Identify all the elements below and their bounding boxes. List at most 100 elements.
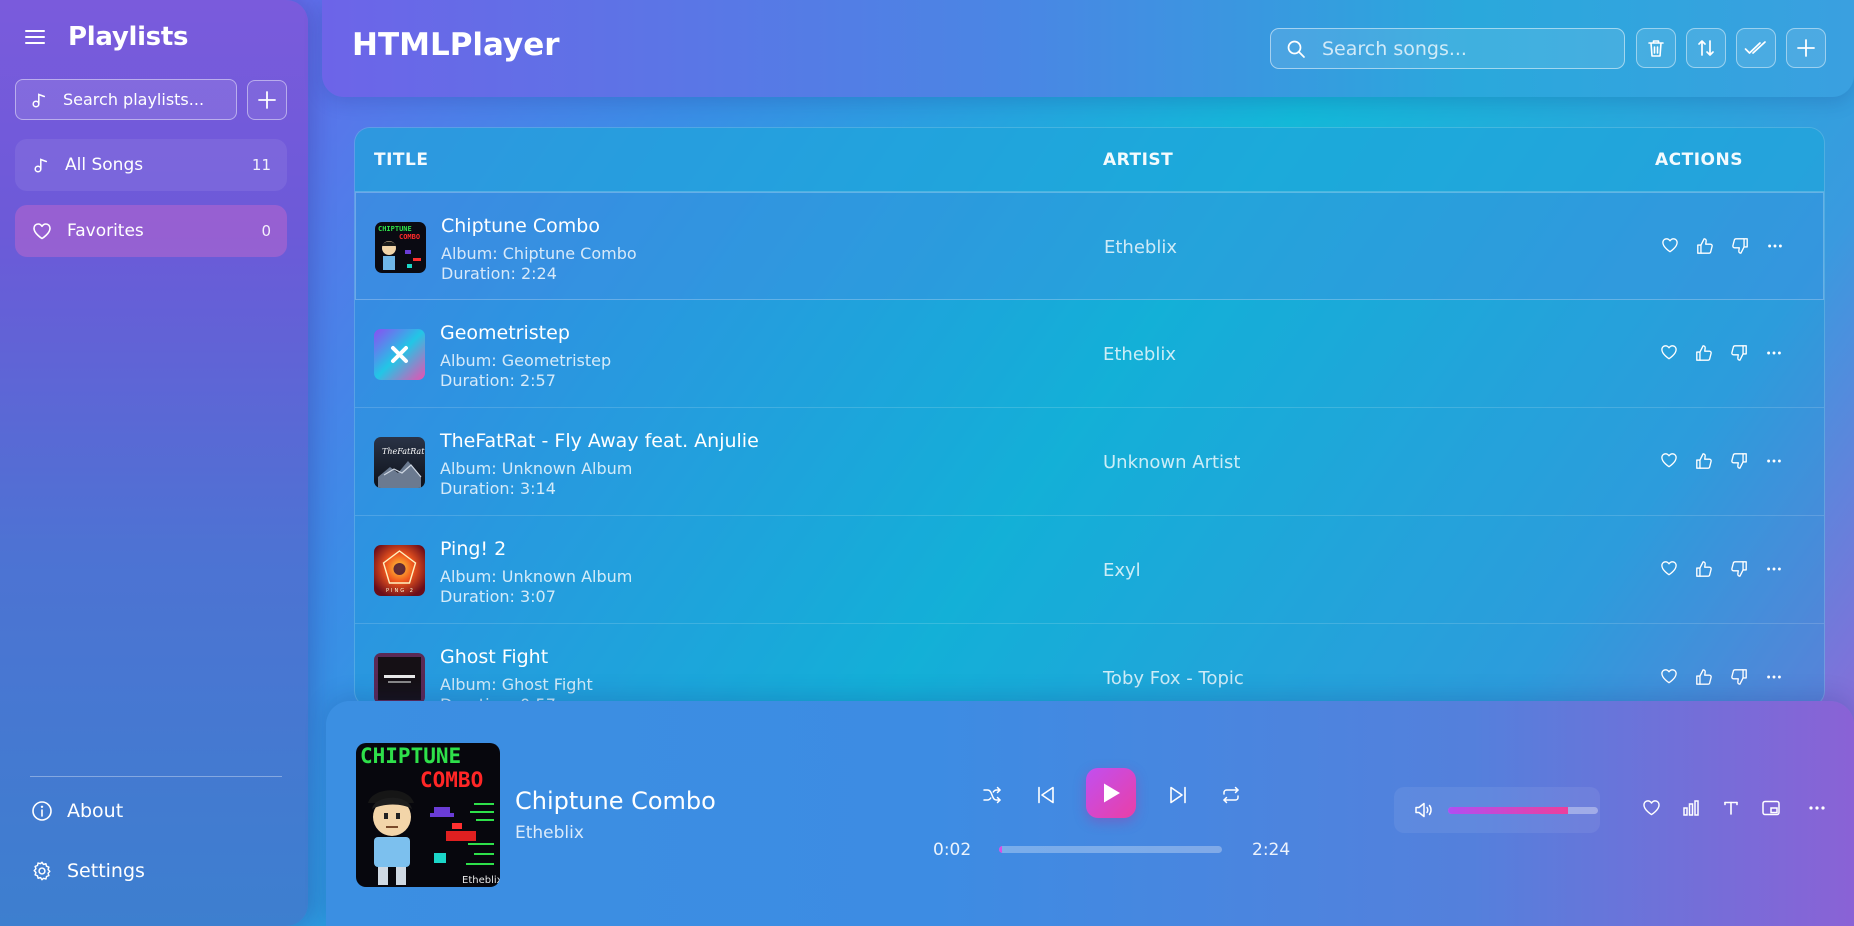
playlist-search-input[interactable]: Search playlists... <box>15 79 237 120</box>
music-note-icon <box>32 156 50 174</box>
now-playing-title: Chiptune Combo <box>515 787 716 815</box>
hamburger-menu-icon[interactable] <box>24 28 46 46</box>
heart-icon <box>32 222 52 240</box>
column-header-actions: ACTIONS <box>1655 150 1743 170</box>
sidebar-divider <box>30 776 282 777</box>
thumbs-down-icon[interactable] <box>1721 452 1756 470</box>
mini-player-icon[interactable] <box>1751 799 1791 817</box>
about-link[interactable]: About <box>31 800 123 822</box>
playlist-search-placeholder: Search playlists... <box>63 90 205 109</box>
heart-icon[interactable] <box>1652 237 1687 255</box>
play-button[interactable] <box>1086 768 1136 818</box>
svg-text:Etheblix: Etheblix <box>462 875 500 886</box>
table-row[interactable]: CHIPTUNE COMBO Chiptune Combo Album: Chip… <box>355 192 1824 300</box>
total-time: 2:24 <box>1252 840 1291 860</box>
song-title: Ping! 2 <box>440 538 507 560</box>
row-actions <box>1652 237 1792 255</box>
app-title: HTMLPlayer <box>352 27 560 63</box>
delete-button[interactable] <box>1636 28 1676 68</box>
song-artist: Exyl <box>1103 560 1141 581</box>
songs-table: TITLE ARTIST ACTIONS CHIPTUNE COMBO Chipt… <box>354 127 1825 707</box>
sidebar-item-favorites[interactable]: Favorites 0 <box>15 205 287 257</box>
thumbs-up-icon[interactable] <box>1686 668 1721 686</box>
about-label: About <box>67 800 124 822</box>
song-album: Album: Unknown Album <box>440 567 633 586</box>
visualizer-icon[interactable] <box>1671 799 1711 817</box>
more-icon[interactable] <box>1756 344 1791 362</box>
song-duration: Duration: 2:57 <box>440 371 556 390</box>
sidebar-item-label: Favorites <box>67 221 144 241</box>
thumbs-up-icon[interactable] <box>1687 237 1722 255</box>
thumbs-down-icon[interactable] <box>1721 560 1756 578</box>
trash-icon <box>1648 40 1664 57</box>
plus-icon <box>258 91 276 109</box>
add-playlist-button[interactable] <box>247 80 287 120</box>
next-icon[interactable] <box>1168 785 1188 805</box>
table-row[interactable]: Geometristep Album: Geometristep Duratio… <box>355 300 1824 408</box>
song-duration: Duration: 3:14 <box>440 479 556 498</box>
shuffle-icon[interactable] <box>982 785 1002 805</box>
more-icon[interactable] <box>1791 799 1843 817</box>
heart-icon[interactable] <box>1651 344 1686 362</box>
volume-icon[interactable] <box>1414 801 1434 819</box>
row-actions <box>1651 668 1791 686</box>
thumbs-up-icon[interactable] <box>1686 560 1721 578</box>
song-search-input[interactable] <box>1322 37 1602 60</box>
more-icon[interactable] <box>1756 452 1791 470</box>
search-icon <box>1286 39 1306 59</box>
more-icon[interactable] <box>1757 237 1792 255</box>
info-icon <box>31 800 53 822</box>
more-icon[interactable] <box>1756 560 1791 578</box>
heart-icon[interactable] <box>1651 452 1686 470</box>
sort-button[interactable] <box>1686 28 1726 68</box>
heart-icon[interactable] <box>1651 560 1686 578</box>
volume-fill <box>1448 806 1568 814</box>
player-tools <box>1631 799 1843 817</box>
volume-slider[interactable] <box>1448 806 1598 814</box>
select-all-button[interactable] <box>1736 28 1776 68</box>
song-duration: Duration: 2:24 <box>441 264 557 283</box>
table-header: TITLE ARTIST ACTIONS <box>355 128 1824 192</box>
sidebar-item-label: All Songs <box>65 155 144 175</box>
more-icon[interactable] <box>1756 668 1791 686</box>
song-title: TheFatRat - Fly Away feat. Anjulie <box>440 430 759 452</box>
previous-icon[interactable] <box>1036 785 1056 805</box>
album-art-ping: PING 2 <box>374 545 425 596</box>
song-title: Chiptune Combo <box>441 215 600 237</box>
sidebar-header: Playlists <box>24 22 188 52</box>
thumbs-down-icon[interactable] <box>1721 668 1756 686</box>
thumbs-up-icon[interactable] <box>1686 344 1721 362</box>
select-all-icon <box>1744 41 1766 54</box>
heart-icon[interactable] <box>1631 799 1671 817</box>
plus-icon <box>1797 39 1815 57</box>
column-header-artist[interactable]: ARTIST <box>1103 150 1173 170</box>
lyrics-icon[interactable] <box>1711 799 1751 817</box>
sort-icon <box>1698 40 1714 56</box>
row-actions <box>1651 344 1791 362</box>
repeat-icon[interactable] <box>1221 785 1241 805</box>
thumbs-up-icon[interactable] <box>1686 452 1721 470</box>
progress-bar[interactable] <box>999 846 1222 853</box>
current-time: 0:02 <box>933 840 972 860</box>
song-artist: Etheblix <box>1104 237 1177 258</box>
music-note-icon <box>30 91 48 109</box>
thumbs-down-icon[interactable] <box>1722 237 1757 255</box>
table-row[interactable]: TheFatRat TheFatRat - Fly Away feat. Anj… <box>355 408 1824 516</box>
settings-link[interactable]: Settings <box>31 860 145 882</box>
column-header-title[interactable]: TITLE <box>374 150 428 170</box>
table-row[interactable]: PING 2 Ping! 2 Album: Unknown Album Dura… <box>355 516 1824 624</box>
svg-text:TheFatRat: TheFatRat <box>382 447 425 456</box>
progress-fill <box>999 846 1003 853</box>
song-album: Album: Chiptune Combo <box>441 244 637 263</box>
heart-icon[interactable] <box>1651 668 1686 686</box>
sidebar-item-all-songs[interactable]: All Songs 11 <box>15 139 287 191</box>
song-title: Geometristep <box>440 322 570 344</box>
album-art-ghost-fight <box>374 653 425 704</box>
add-song-button[interactable] <box>1786 28 1826 68</box>
sidebar-title: Playlists <box>68 22 189 52</box>
thumbs-down-icon[interactable] <box>1721 344 1756 362</box>
song-search-field[interactable] <box>1270 28 1625 69</box>
album-art-chiptune: CHIPTUNE COMBO <box>375 222 426 273</box>
svg-text:CHIPTUNE: CHIPTUNE <box>360 744 461 768</box>
table-row[interactable]: Ghost Fight Album: Ghost Fight Duration:… <box>355 624 1824 706</box>
